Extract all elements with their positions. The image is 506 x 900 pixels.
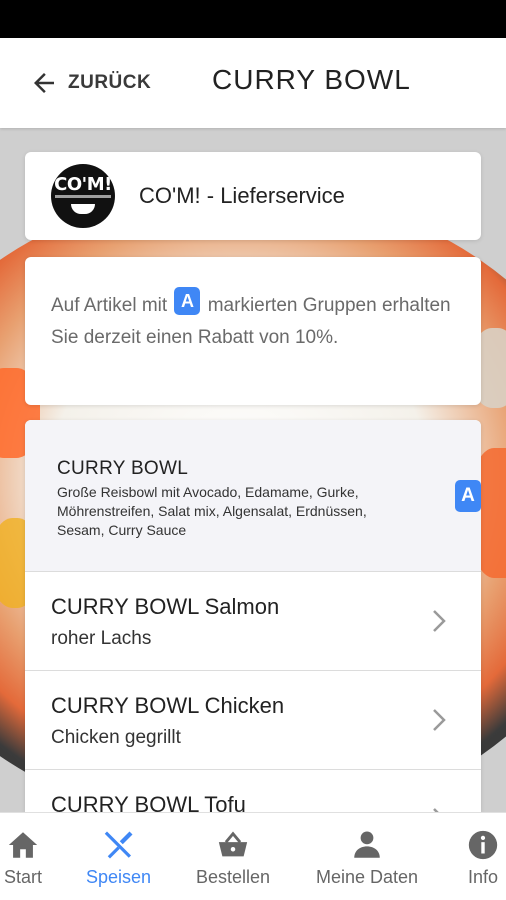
chevron-right-icon bbox=[429, 804, 449, 812]
nav-info[interactable]: Info bbox=[466, 827, 500, 888]
back-label: ZURÜCK bbox=[68, 72, 152, 93]
bottom-navigation: Start Speisen Bestellen Meine Daten Info bbox=[0, 812, 506, 900]
discount-text: Auf Artikel mit A markierten Gruppen erh… bbox=[51, 287, 461, 354]
vendor-card[interactable]: CO'M! CO'M! - Lieferservice bbox=[25, 152, 481, 240]
nav-meine-daten[interactable]: Meine Daten bbox=[316, 827, 418, 888]
info-icon bbox=[466, 827, 500, 863]
list-item[interactable]: CURRY BOWL Chicken Chicken gegrillt bbox=[25, 671, 481, 770]
nav-label: Speisen bbox=[86, 867, 152, 887]
item-name: CURRY BOWL Tofu bbox=[51, 792, 246, 812]
nav-start[interactable]: Start bbox=[4, 827, 42, 888]
nav-label: Bestellen bbox=[196, 867, 271, 887]
group-header: CURRY BOWL Große Reisbowl mit Avocado, E… bbox=[25, 420, 481, 572]
vendor-logo-text: CO'M! bbox=[54, 174, 112, 195]
item-name: CURRY BOWL Chicken bbox=[51, 693, 285, 718]
person-icon bbox=[316, 827, 418, 863]
item-subtitle: Chicken gegrillt bbox=[51, 727, 181, 748]
list-item[interactable]: CURRY BOWL Salmon roher Lachs bbox=[25, 572, 481, 671]
home-icon bbox=[4, 827, 42, 863]
chevron-right-icon bbox=[429, 606, 449, 636]
nav-label: Meine Daten bbox=[316, 867, 419, 887]
discount-text-before: Auf Artikel mit bbox=[51, 295, 168, 316]
basket-icon bbox=[196, 827, 270, 863]
arrow-left-icon bbox=[28, 67, 60, 99]
vendor-logo: CO'M! bbox=[51, 164, 115, 228]
group-discount-badge: A bbox=[455, 480, 481, 512]
nav-bestellen[interactable]: Bestellen bbox=[196, 827, 270, 888]
chevron-right-icon bbox=[429, 705, 449, 735]
discount-badge: A bbox=[174, 287, 201, 315]
nav-label: Info bbox=[467, 867, 499, 887]
vendor-name: CO'M! - Lieferservice bbox=[139, 183, 345, 208]
group-description: Große Reisbowl mit Avocado, Edamame, Gur… bbox=[57, 484, 367, 538]
nav-label: Start bbox=[4, 867, 43, 887]
back-button[interactable]: ZURÜCK bbox=[28, 66, 151, 100]
product-list: CURRY BOWL Große Reisbowl mit Avocado, E… bbox=[25, 420, 481, 812]
discount-notice: Auf Artikel mit A markierten Gruppen erh… bbox=[25, 257, 481, 405]
cutlery-icon bbox=[86, 827, 151, 863]
item-name: CURRY BOWL Salmon bbox=[51, 594, 280, 619]
group-title: CURRY BOWL bbox=[57, 458, 189, 479]
item-subtitle: roher Lachs bbox=[51, 628, 152, 649]
app-bar: ZURÜCK CURRY BOWL bbox=[0, 38, 506, 128]
nav-speisen[interactable]: Speisen bbox=[86, 827, 151, 888]
page-title: CURRY BOWL bbox=[212, 64, 411, 95]
list-item[interactable]: CURRY BOWL Tofu bbox=[25, 770, 481, 812]
status-bar bbox=[0, 0, 506, 38]
